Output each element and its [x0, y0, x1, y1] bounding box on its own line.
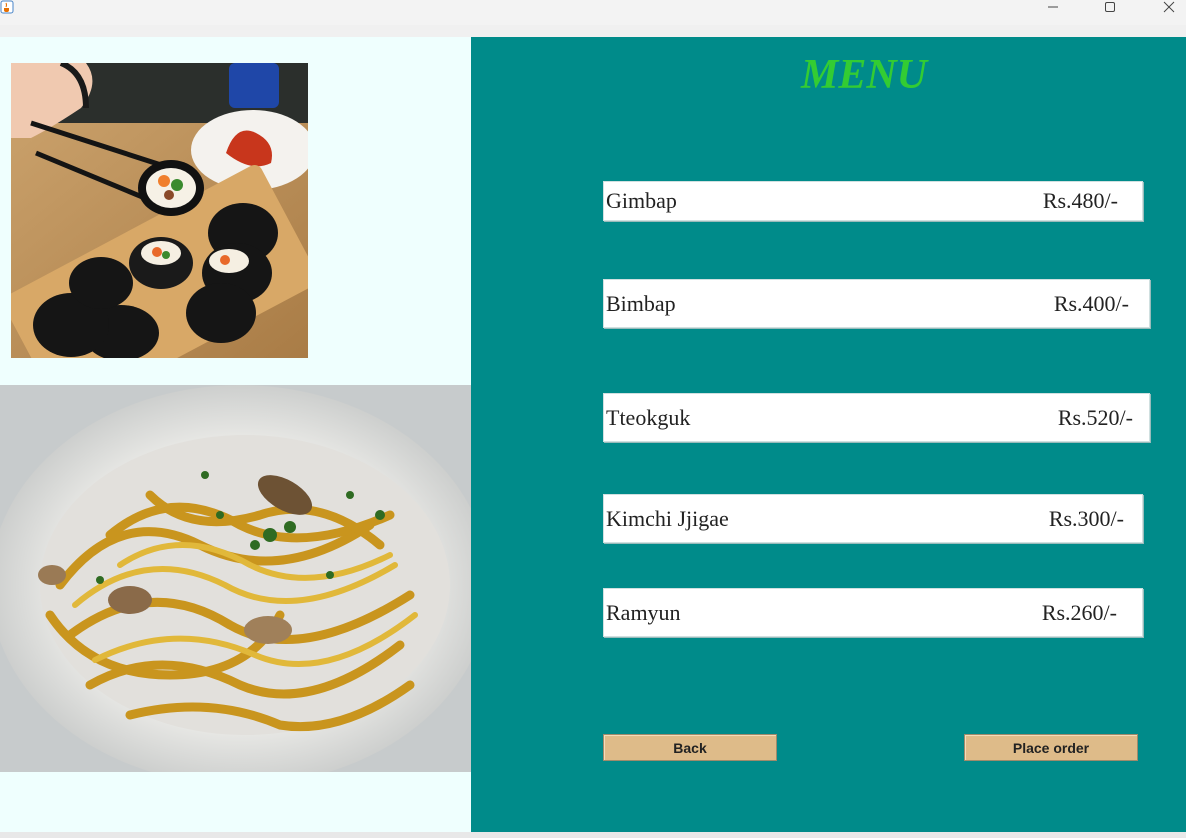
minimize-button[interactable]: [1030, 0, 1076, 14]
window-bottom-edge: [0, 832, 1186, 838]
back-button[interactable]: Back: [603, 734, 777, 761]
menu-item-price: Rs.400/-: [1053, 290, 1129, 316]
place-order-button[interactable]: Place order: [964, 734, 1138, 761]
window-title-bar: [0, 0, 1186, 25]
kimbap-photo: [11, 63, 308, 358]
menu-item-tteokguk[interactable]: Tteokguk Rs.520/-: [603, 393, 1150, 442]
close-button[interactable]: [1146, 0, 1186, 14]
minimize-icon: [1048, 6, 1058, 8]
menu-item-name: Ramyun: [606, 599, 681, 625]
close-icon: [1163, 1, 1175, 13]
menu-item-name: Gimbap: [606, 188, 677, 213]
maximize-button[interactable]: [1087, 0, 1133, 14]
menu-title: MENU: [800, 52, 928, 98]
menu-item-price: Rs.480/-: [1042, 188, 1118, 213]
menu-item-name: Kimchi Jjigae: [606, 505, 729, 531]
menu-item-kimchi-jjigae[interactable]: Kimchi Jjigae Rs.300/-: [603, 494, 1143, 543]
menu-item-name: Tteokguk: [606, 404, 691, 430]
menu-panel: MENU Gimbap Rs.480/- Bimbap Rs.400/- Tte…: [471, 37, 1186, 832]
noodle-pasta-photo: [0, 385, 471, 772]
menu-item-gimbap[interactable]: Gimbap Rs.480/-: [603, 181, 1143, 221]
food-images-panel: [0, 37, 471, 832]
menu-item-price: Rs.520/-: [1057, 404, 1133, 430]
menu-item-bimbap[interactable]: Bimbap Rs.400/-: [603, 279, 1150, 328]
menu-item-price: Rs.300/-: [1048, 505, 1124, 531]
menu-item-name: Bimbap: [606, 290, 676, 316]
menu-item-ramyun[interactable]: Ramyun Rs.260/-: [603, 588, 1143, 637]
maximize-icon: [1105, 2, 1115, 12]
java-cup-icon: [0, 0, 14, 14]
menu-item-price: Rs.260/-: [1041, 599, 1117, 625]
